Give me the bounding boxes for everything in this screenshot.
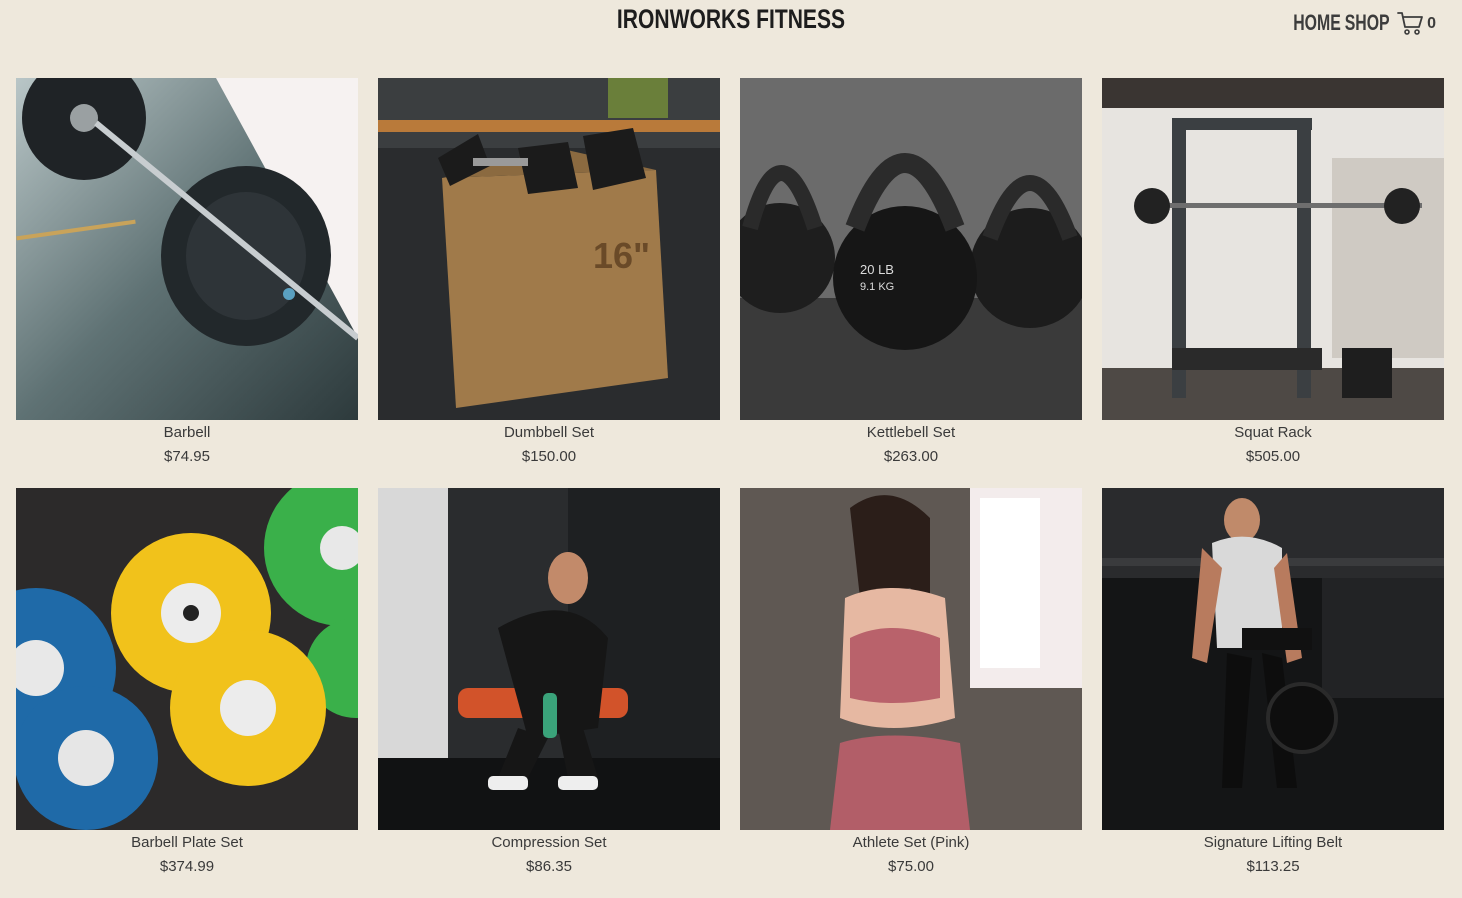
product-name[interactable]: Dumbbell Set xyxy=(378,423,720,443)
product-card-squat-rack[interactable]: Squat Rack $505.00 xyxy=(1102,78,1444,488)
product-card-compression-set[interactable]: Compression Set $86.35 xyxy=(378,488,720,898)
product-grid: Barbell $74.95 16" Dumbbell Set $150.00 xyxy=(16,78,1444,898)
product-card-signature-lifting-belt[interactable]: Signature Lifting Belt $113.25 xyxy=(1102,488,1444,898)
product-image[interactable] xyxy=(740,488,1082,830)
nav-home-link[interactable]: HOME xyxy=(1293,10,1341,36)
product-price: $75.00 xyxy=(888,858,934,875)
product-price: $113.25 xyxy=(1246,858,1300,875)
product-image[interactable] xyxy=(1102,488,1444,830)
main-nav: HOME SHOP 0 xyxy=(1284,9,1436,37)
product-name[interactable]: Compression Set xyxy=(378,833,720,853)
product-image[interactable]: 20 LB 9.1 KG xyxy=(740,78,1082,420)
cart-button[interactable]: 0 xyxy=(1396,9,1436,37)
product-price: $86.35 xyxy=(526,858,572,875)
svg-text:16": 16" xyxy=(593,235,650,276)
product-card-kettlebell-set[interactable]: 20 LB 9.1 KG Kettlebell Set $263.00 xyxy=(740,78,1082,488)
product-card-barbell[interactable]: Barbell $74.95 xyxy=(16,78,358,488)
product-image[interactable] xyxy=(16,488,358,830)
svg-text:20 LB: 20 LB xyxy=(860,262,894,277)
product-card-athlete-set-pink[interactable]: Athlete Set (Pink) $75.00 xyxy=(740,488,1082,898)
product-image[interactable] xyxy=(16,78,358,420)
product-price: $150.00 xyxy=(521,448,577,465)
nav-shop-link[interactable]: SHOP xyxy=(1344,10,1389,36)
product-card-barbell-plate-set[interactable]: Barbell Plate Set $374.99 xyxy=(16,488,358,898)
brand-logo[interactable]: IRONWORKS FITNESS xyxy=(161,4,1301,35)
cart-icon xyxy=(1397,12,1423,35)
product-name[interactable]: Barbell Plate Set xyxy=(16,833,358,853)
cart-count: 0 xyxy=(1427,15,1436,32)
product-price: $74.95 xyxy=(164,448,210,465)
product-image[interactable]: 16" xyxy=(378,78,720,420)
product-image[interactable] xyxy=(1102,78,1444,420)
svg-text:9.1 KG: 9.1 KG xyxy=(860,281,894,293)
site-header: IRONWORKS FITNESS HOME SHOP 0 xyxy=(0,0,1462,60)
product-price: $374.99 xyxy=(159,858,215,875)
product-price: $505.00 xyxy=(1245,448,1301,465)
product-card-dumbbell-set[interactable]: 16" Dumbbell Set $150.00 xyxy=(378,78,720,488)
product-name[interactable]: Athlete Set (Pink) xyxy=(740,833,1082,853)
product-image[interactable] xyxy=(378,488,720,830)
product-name[interactable]: Kettlebell Set xyxy=(740,423,1082,443)
product-price: $263.00 xyxy=(883,448,939,465)
product-name[interactable]: Squat Rack xyxy=(1102,423,1444,443)
product-name[interactable]: Barbell xyxy=(16,423,358,443)
product-name[interactable]: Signature Lifting Belt xyxy=(1102,833,1444,853)
